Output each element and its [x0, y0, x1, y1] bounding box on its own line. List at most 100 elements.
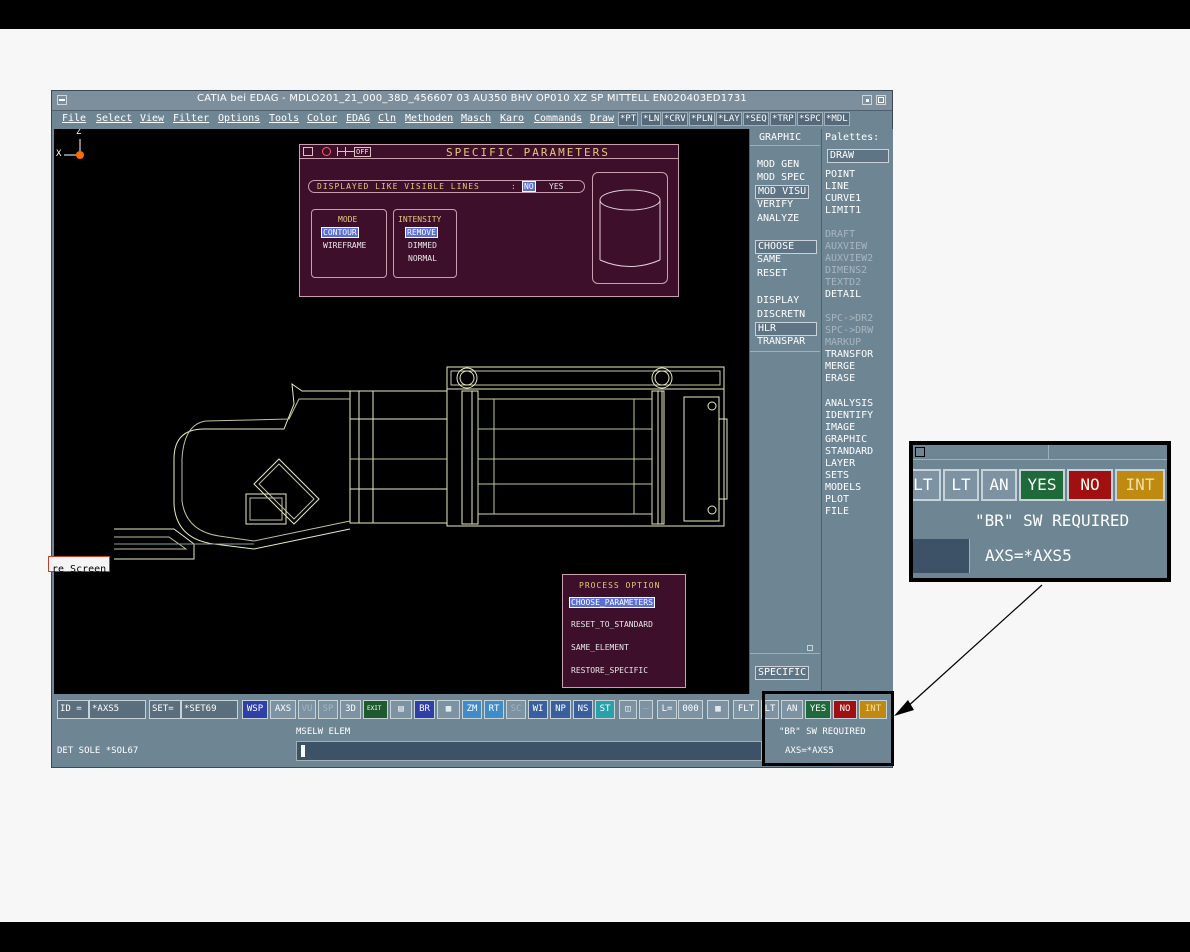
palette-layer[interactable]: LAYER: [825, 458, 855, 470]
palette-draw-selector[interactable]: DRAW: [827, 149, 889, 163]
palette-limit1[interactable]: LIMIT1: [825, 205, 861, 217]
dialog-icon-circle[interactable]: [322, 147, 331, 156]
flt-button[interactable]: FLT: [733, 700, 759, 719]
graphic-hlr[interactable]: HLR: [755, 322, 817, 336]
quick-crv-button[interactable]: *CRV: [662, 112, 688, 126]
process-choose-parameters[interactable]: CHOOSE_PARAMETERS: [569, 597, 655, 608]
graphic-analyze[interactable]: ANALYZE: [757, 213, 799, 225]
graphic-discretn[interactable]: DISCRETN: [757, 309, 805, 321]
menu-tools[interactable]: Tools: [269, 113, 299, 124]
quick-spc-button[interactable]: *SPC: [797, 112, 823, 126]
palette-textd2[interactable]: TEXTD2: [825, 277, 861, 289]
minimize-button[interactable]: [862, 95, 872, 105]
palette-curve1[interactable]: CURVE1: [825, 193, 861, 205]
grid-icon[interactable]: ▦: [707, 700, 729, 719]
dash-icon[interactable]: –: [639, 700, 653, 719]
quick-seq-button[interactable]: *SEQ: [743, 112, 769, 126]
palette-auxview[interactable]: AUXVIEW: [825, 241, 867, 253]
wi-button[interactable]: WI: [528, 700, 548, 719]
menu-options[interactable]: Options: [218, 113, 260, 124]
menu-cln[interactable]: Cln: [378, 113, 396, 124]
graphic-mod-spec[interactable]: MOD SPEC: [757, 172, 805, 184]
palette-standard[interactable]: STANDARD: [825, 446, 873, 458]
palette-merge[interactable]: MERGE: [825, 361, 855, 373]
displayed-lines-yes-option[interactable]: YES: [549, 182, 563, 191]
menu-commands[interactable]: Commands: [534, 113, 582, 124]
displayed-lines-no-option[interactable]: NO: [522, 181, 536, 192]
menu-select[interactable]: Select: [96, 113, 132, 124]
palette-graphic[interactable]: GRAPHIC: [825, 434, 867, 446]
print-icon[interactable]: ▤: [390, 700, 412, 719]
menu-file[interactable]: File: [62, 113, 86, 124]
quick-pt-button[interactable]: *PT: [618, 112, 639, 126]
process-restore-specific[interactable]: RESTORE_SPECIFIC: [571, 666, 648, 675]
intensity-dimmed-option[interactable]: DIMMED: [408, 241, 437, 250]
menu-edag[interactable]: EDAG: [346, 113, 370, 124]
menu-draw[interactable]: Draw: [590, 113, 614, 124]
palette-auxview2[interactable]: AUXVIEW2: [825, 253, 873, 265]
palette-draft[interactable]: DRAFT: [825, 229, 855, 241]
graphic-same[interactable]: SAME: [757, 254, 781, 266]
title-bar[interactable]: CATIA bei EDAG - MDLO201_21_000_38D_4566…: [52, 91, 892, 111]
quick-trp-button[interactable]: *TRP: [770, 112, 796, 126]
palette-dimens2[interactable]: DIMENS2: [825, 265, 867, 277]
exit-button[interactable]: EXIT: [363, 700, 388, 719]
graphic-choose[interactable]: CHOOSE: [755, 240, 817, 254]
cube-icon[interactable]: ▦: [437, 700, 460, 719]
palette-sets[interactable]: SETS: [825, 470, 849, 482]
graphic-verify[interactable]: VERIFY: [757, 199, 793, 211]
graphic-specific[interactable]: SPECIFIC: [755, 666, 810, 680]
palette-point[interactable]: POINT: [825, 169, 855, 181]
command-input[interactable]: [296, 741, 762, 761]
palette-detail[interactable]: DETAIL: [825, 289, 861, 301]
palette-line[interactable]: LINE: [825, 181, 849, 193]
process-same-element[interactable]: SAME_ELEMENT: [571, 643, 629, 652]
graphic-transpar[interactable]: TRANSPAR: [757, 336, 805, 348]
menu-color[interactable]: Color: [307, 113, 337, 124]
palette-spc-dr2[interactable]: SPC->DR2: [825, 313, 873, 325]
menu-methoden[interactable]: Methoden: [405, 113, 453, 124]
menu-karo[interactable]: Karo: [500, 113, 524, 124]
ns-button[interactable]: NS: [573, 700, 593, 719]
maximize-button[interactable]: [876, 95, 886, 105]
palette-transfor[interactable]: TRANSFOR: [825, 349, 873, 361]
palette-erase[interactable]: ERASE: [825, 373, 855, 385]
wsp-button[interactable]: WSP: [242, 700, 268, 719]
set-field[interactable]: *SET69: [181, 700, 238, 719]
dialog-icon-copy[interactable]: [303, 147, 313, 156]
sp-button[interactable]: SP: [318, 700, 338, 719]
palette-markup[interactable]: MARKUP: [825, 337, 861, 349]
intensity-normal-option[interactable]: NORMAL: [408, 254, 437, 263]
palette-models[interactable]: MODELS: [825, 482, 861, 494]
axs-button[interactable]: AXS: [270, 700, 296, 719]
dialog-off-toggle[interactable]: OFF: [354, 147, 371, 157]
graphic-mod-gen[interactable]: MOD GEN: [757, 159, 799, 171]
palette-spc-drw[interactable]: SPC->DRW: [825, 325, 873, 337]
palette-plot[interactable]: PLOT: [825, 494, 849, 506]
dialog-icon-grid[interactable]: [337, 147, 354, 156]
graphic-reset[interactable]: RESET: [757, 268, 787, 280]
mode-contour-option[interactable]: CONTOUR: [321, 227, 359, 238]
quick-ln-button[interactable]: *LN: [641, 112, 662, 126]
graphic-display[interactable]: DISPLAY: [757, 295, 799, 307]
np-button[interactable]: NP: [550, 700, 571, 719]
rt-button[interactable]: RT: [484, 700, 504, 719]
resize-handle[interactable]: [807, 645, 813, 651]
process-reset-to-standard[interactable]: RESET_TO_STANDARD: [571, 620, 653, 629]
quick-pln-button[interactable]: *PLN: [689, 112, 715, 126]
3d-button[interactable]: 3D: [340, 700, 361, 719]
mouse-icon[interactable]: ◫: [619, 700, 637, 719]
menu-masch[interactable]: Masch: [461, 113, 491, 124]
id-field[interactable]: *AXS5: [89, 700, 146, 719]
sc-button[interactable]: SC: [506, 700, 526, 719]
palette-analysis[interactable]: ANALYSIS: [825, 398, 873, 410]
palette-file[interactable]: FILE: [825, 506, 849, 518]
intensity-remove-option[interactable]: REMOVE: [405, 227, 438, 238]
st-button[interactable]: ST: [595, 700, 615, 719]
br-button[interactable]: BR: [414, 700, 435, 719]
graphic-mod-visu[interactable]: MOD VISU: [755, 185, 810, 199]
l-value-field[interactable]: 000: [678, 700, 703, 719]
vu-button[interactable]: VU: [298, 700, 316, 719]
palette-identify[interactable]: IDENTIFY: [825, 410, 873, 422]
mode-wireframe-option[interactable]: WIREFRAME: [323, 241, 366, 250]
